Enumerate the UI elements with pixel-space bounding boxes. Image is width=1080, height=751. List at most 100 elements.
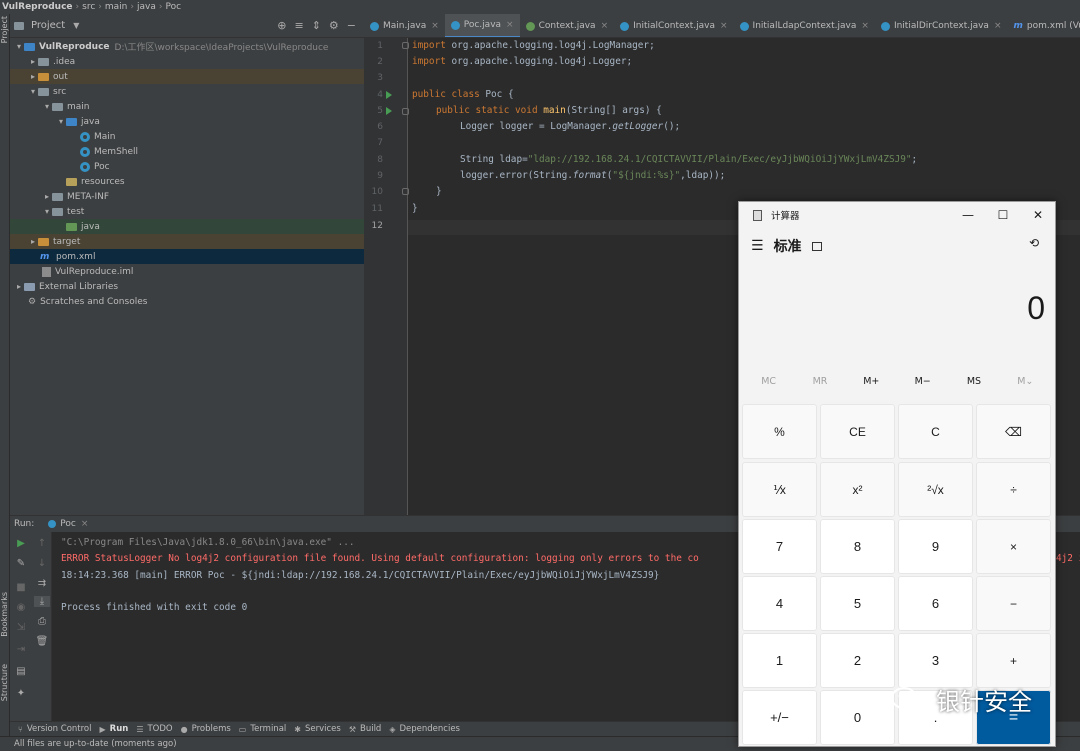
- backspace-button[interactable]: ⌫: [976, 404, 1051, 459]
- close-icon[interactable]: ×: [431, 21, 439, 31]
- run-gutter-icon[interactable]: [386, 107, 392, 115]
- memory-clear-button[interactable]: MC: [743, 376, 794, 394]
- chevron-down-icon[interactable]: ▾: [28, 87, 38, 96]
- calculator-title-bar[interactable]: 计算器 — ☐ ✕: [739, 202, 1055, 228]
- soft-wrap-icon[interactable]: ⇉: [34, 578, 50, 589]
- fold-icon[interactable]: [402, 188, 409, 195]
- close-icon[interactable]: ×: [81, 519, 89, 529]
- maximize-icon[interactable]: ☐: [996, 208, 1010, 222]
- project-tool-tab[interactable]: Project: [0, 16, 10, 43]
- tree-item-poc[interactable]: Poc: [10, 159, 364, 174]
- digit-3-button[interactable]: 3: [898, 633, 973, 688]
- breadcrumb-src[interactable]: src: [82, 2, 95, 12]
- digit-1-button[interactable]: 1: [742, 633, 817, 688]
- tree-item-main-class[interactable]: Main: [10, 129, 364, 144]
- tree-item-external-libraries[interactable]: ▸ External Libraries: [10, 279, 364, 294]
- bookmarks-tool-tab[interactable]: Bookmarks: [0, 592, 10, 637]
- tree-item-out[interactable]: ▸ out: [10, 69, 364, 84]
- tree-item-resources[interactable]: resources: [10, 174, 364, 189]
- digit-9-button[interactable]: 9: [898, 519, 973, 574]
- camera-icon[interactable]: ◉: [13, 602, 29, 613]
- chevron-right-icon[interactable]: ▸: [28, 237, 38, 246]
- memory-add-button[interactable]: M+: [846, 376, 897, 394]
- tab-initialdircontext-java[interactable]: InitialDirContext.java ×: [875, 14, 1008, 37]
- breadcrumb-java[interactable]: java: [137, 2, 156, 12]
- tree-item-scratches[interactable]: ⚙ Scratches and Consoles: [10, 294, 364, 309]
- memory-store-button[interactable]: MS: [948, 376, 999, 394]
- fold-icon[interactable]: [402, 108, 409, 115]
- tab-build[interactable]: ⚒ Build: [349, 724, 382, 734]
- arrow-down-icon[interactable]: ↓: [34, 558, 50, 569]
- chevron-down-icon[interactable]: ▾: [42, 102, 52, 111]
- tree-item-vulreproduce[interactable]: ▾ VulReproduce D:\工作区\workspace\IdeaProj…: [10, 39, 364, 54]
- print-icon[interactable]: ⎙: [34, 616, 50, 627]
- tab-problems[interactable]: ● Problems: [181, 724, 231, 734]
- tree-item-test[interactable]: ▾ test: [10, 204, 364, 219]
- layout-icon[interactable]: ▤: [13, 666, 29, 677]
- trash-icon[interactable]: 🗑: [34, 636, 50, 647]
- memory-list-button[interactable]: M⌄: [1000, 376, 1051, 394]
- tab-services[interactable]: ✱ Services: [294, 724, 341, 734]
- minimize-icon[interactable]: —: [961, 208, 975, 222]
- tab-pom-xml[interactable]: mpom.xml (VulRepro: [1008, 14, 1080, 37]
- memory-subtract-button[interactable]: M−: [897, 376, 948, 394]
- multiply-button[interactable]: ×: [976, 519, 1051, 574]
- close-icon[interactable]: ✕: [1031, 208, 1045, 222]
- tab-initialldapcontext-java[interactable]: InitialLdapContext.java ×: [734, 14, 875, 37]
- breadcrumb-poc[interactable]: Poc: [165, 2, 181, 12]
- expand-icon[interactable]: ⇕: [312, 19, 321, 32]
- close-icon[interactable]: ×: [994, 21, 1002, 31]
- tree-item-iml[interactable]: VulReproduce.iml: [10, 264, 364, 279]
- tab-context-java[interactable]: Context.java ×: [520, 14, 615, 37]
- tab-dependencies[interactable]: ◈ Dependencies: [389, 724, 460, 734]
- digit-6-button[interactable]: 6: [898, 576, 973, 631]
- square-button[interactable]: x²: [820, 462, 895, 517]
- chevron-down-icon[interactable]: ▼: [73, 21, 79, 30]
- scroll-to-end-icon[interactable]: ⤓: [34, 596, 50, 607]
- clear-button[interactable]: C: [898, 404, 973, 459]
- tab-poc-java[interactable]: Poc.java ×: [444, 14, 520, 37]
- digit-5-button[interactable]: 5: [820, 576, 895, 631]
- decimal-button[interactable]: .: [898, 690, 973, 745]
- exit-icon[interactable]: ⇲: [13, 622, 29, 633]
- divide-button[interactable]: ÷: [976, 462, 1051, 517]
- digit-8-button[interactable]: 8: [820, 519, 895, 574]
- subtract-button[interactable]: −: [976, 576, 1051, 631]
- project-view-selector[interactable]: Project: [31, 20, 65, 31]
- tree-item-main[interactable]: ▾ main: [10, 99, 364, 114]
- digit-4-button[interactable]: 4: [742, 576, 817, 631]
- tree-item-src[interactable]: ▾ src: [10, 84, 364, 99]
- negate-button[interactable]: +/−: [742, 690, 817, 745]
- chevron-down-icon[interactable]: ▾: [56, 117, 66, 126]
- reciprocal-button[interactable]: ⅟x: [742, 462, 817, 517]
- chevron-right-icon[interactable]: ▸: [28, 72, 38, 81]
- breadcrumb-main[interactable]: main: [105, 2, 128, 12]
- wrench-icon[interactable]: ✎: [13, 558, 29, 569]
- pin-icon[interactable]: ✦: [13, 688, 29, 699]
- chevron-right-icon[interactable]: ▸: [14, 282, 24, 291]
- gear-icon[interactable]: ⚙: [329, 19, 339, 32]
- locate-icon[interactable]: ⊕: [277, 19, 286, 32]
- hamburger-menu-icon[interactable]: ☰: [751, 238, 764, 254]
- digit-0-button[interactable]: 0: [820, 690, 895, 745]
- digit-2-button[interactable]: 2: [820, 633, 895, 688]
- fold-icon[interactable]: [402, 42, 409, 49]
- run-tab-poc[interactable]: Poc ×: [48, 519, 88, 529]
- tab-main-java[interactable]: Main.java ×: [364, 14, 445, 37]
- close-icon[interactable]: ×: [601, 21, 609, 31]
- run-gutter-icon[interactable]: [386, 91, 392, 99]
- tab-todo[interactable]: ☰ TODO: [136, 724, 172, 734]
- minimize-icon[interactable]: −: [347, 19, 356, 32]
- structure-tool-tab[interactable]: Structure: [0, 664, 10, 701]
- tree-item-test-java[interactable]: java: [10, 219, 364, 234]
- tab-run[interactable]: ▶ Run: [100, 724, 129, 734]
- memory-recall-button[interactable]: MR: [794, 376, 845, 394]
- arrow-up-icon[interactable]: ↑: [34, 538, 50, 549]
- digit-7-button[interactable]: 7: [742, 519, 817, 574]
- stop-icon[interactable]: ■: [13, 582, 29, 593]
- login-icon[interactable]: ⇥: [13, 644, 29, 655]
- keep-on-top-icon[interactable]: [811, 241, 822, 251]
- close-icon[interactable]: ×: [720, 21, 728, 31]
- percent-button[interactable]: %: [742, 404, 817, 459]
- tree-item-target[interactable]: ▸ target: [10, 234, 364, 249]
